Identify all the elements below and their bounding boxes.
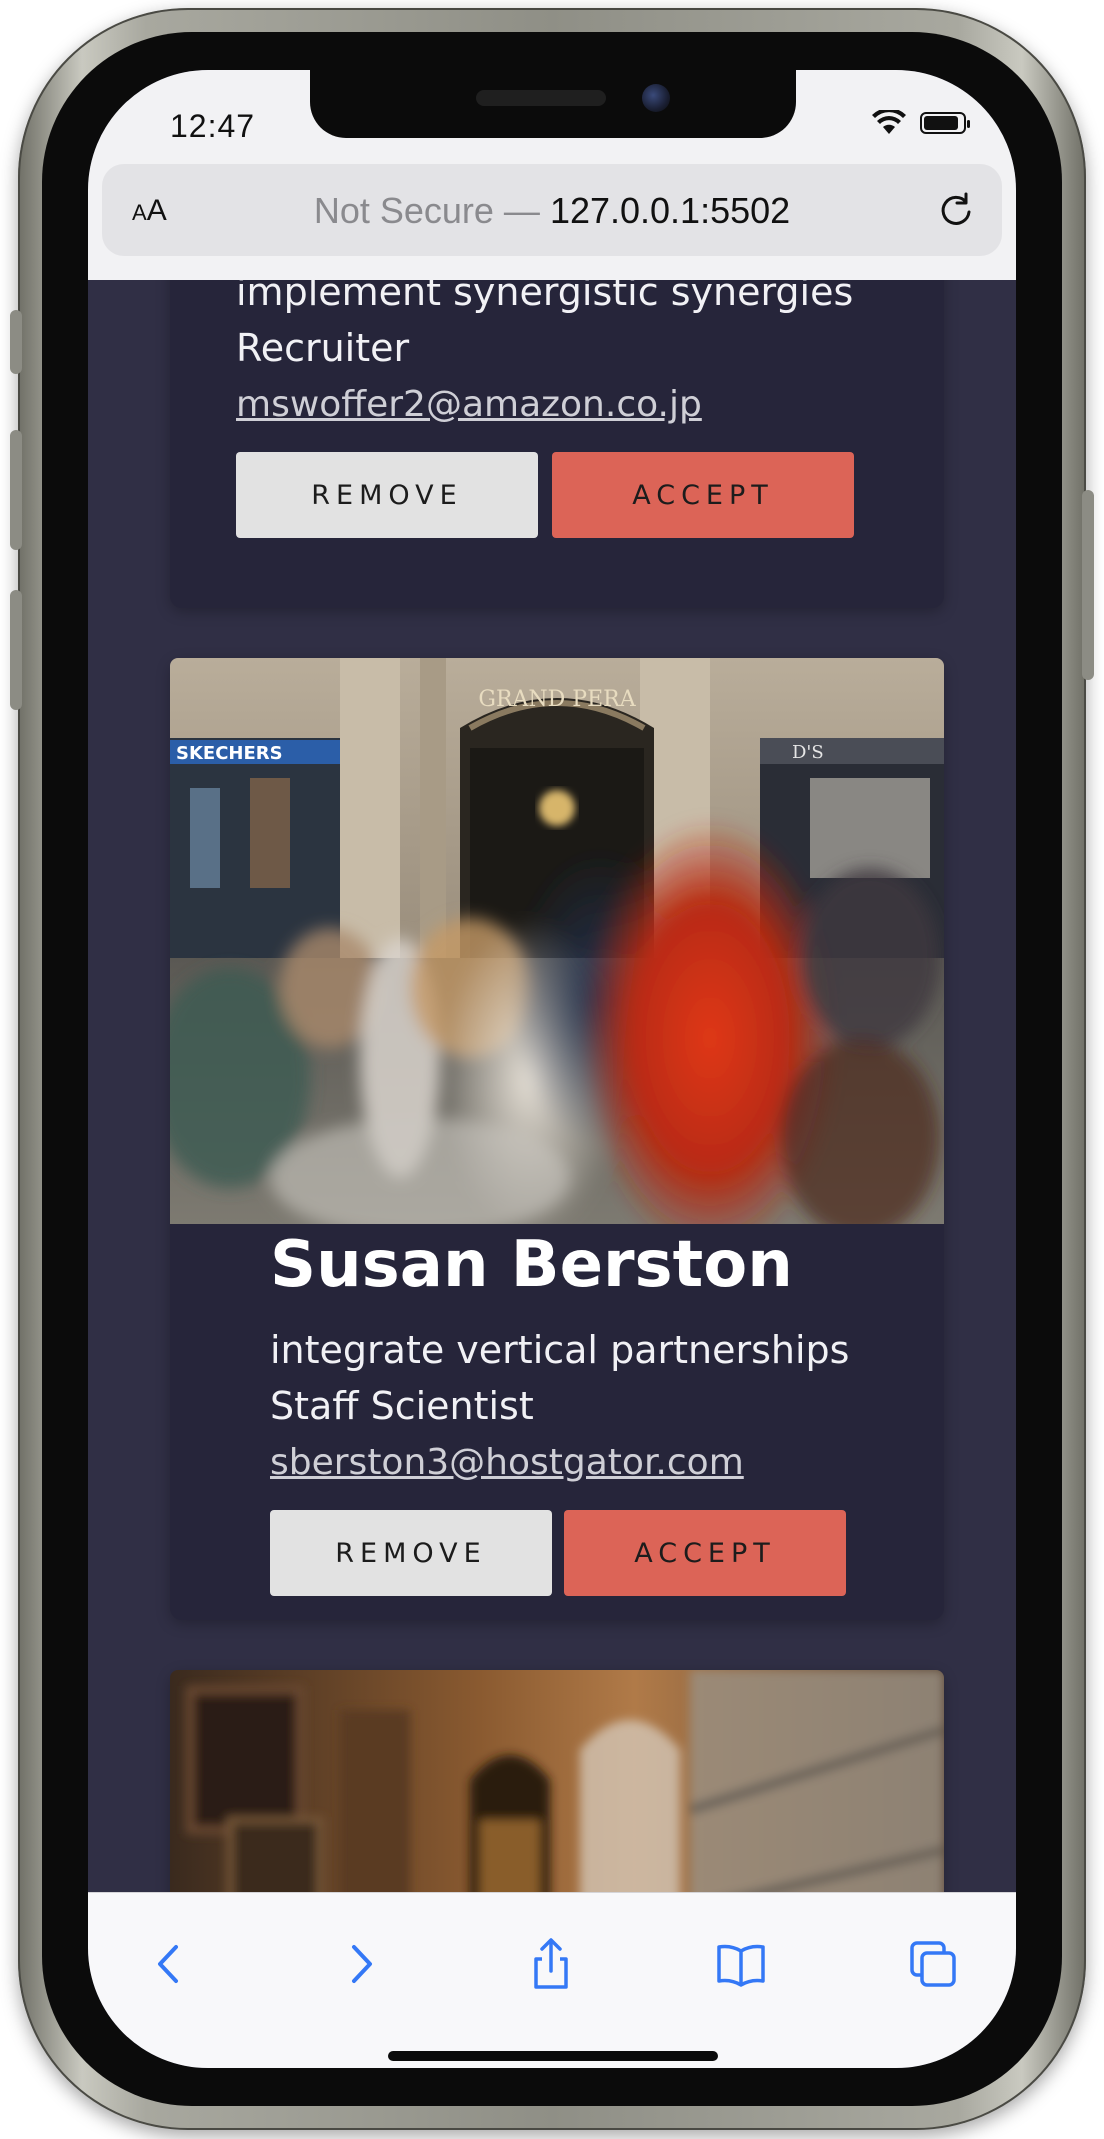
volume-down-button (10, 590, 22, 710)
store-sign-left: SKECHERS (176, 743, 283, 764)
profile-card: GRAND PERA SKECHERS D'S Susan Berston in… (170, 658, 944, 1620)
tabs-icon[interactable] (906, 1937, 960, 1991)
profile-role: Staff Scientist (270, 1384, 534, 1428)
status-icons (872, 108, 970, 138)
accept-button[interactable]: ACCEPT (552, 452, 854, 538)
wifi-icon (872, 110, 906, 134)
remove-button[interactable]: REMOVE (236, 452, 538, 538)
profile-tagline: integrate vertical partnerships (270, 1328, 850, 1372)
remove-button[interactable]: REMOVE (270, 1510, 552, 1596)
store-sign-right: D'S (792, 742, 824, 763)
forward-chevron-icon[interactable] (334, 1937, 388, 1991)
accept-button[interactable]: ACCEPT (564, 1510, 846, 1596)
battery-level (924, 116, 958, 130)
profile-email-link[interactable]: sberston3@hostgator.com (270, 1442, 744, 1483)
share-icon[interactable] (524, 1937, 578, 1991)
front-camera (642, 84, 670, 112)
bookmarks-icon[interactable] (714, 1937, 768, 1991)
url-display[interactable]: Not Secure — 127.0.0.1:5502 (102, 190, 1002, 232)
browser-toolbar (88, 1892, 1016, 2068)
profile-photo: GRAND PERA SKECHERS D'S (170, 658, 944, 1224)
profile-card: implement synergistic synergies Recruite… (170, 280, 944, 608)
security-label: Not Secure — (313, 190, 540, 231)
speaker (476, 90, 606, 106)
page-content: implement synergistic synergies Recruite… (88, 280, 1016, 1952)
url-text: 127.0.0.1:5502 (549, 190, 791, 231)
home-indicator[interactable] (388, 2051, 718, 2061)
profile-email-link[interactable]: mswoffer2@amazon.co.jp (236, 384, 702, 425)
power-button (1082, 490, 1094, 680)
phone-screen: 12:47 AA Not Secure — 127.0.0.1:5502 imp… (88, 70, 1016, 2068)
profile-role: Recruiter (236, 326, 410, 370)
notch (310, 70, 796, 138)
back-chevron-icon[interactable] (142, 1937, 196, 1991)
street-scene-image: GRAND PERA SKECHERS D'S (170, 658, 944, 1224)
battery-icon (920, 112, 970, 134)
reload-icon[interactable] (936, 190, 976, 230)
volume-up-button (10, 430, 22, 550)
profile-tagline: implement synergistic synergies (236, 280, 854, 314)
status-time: 12:47 (170, 108, 256, 144)
profile-name: Susan Berston (270, 1228, 793, 1302)
arch-sign: GRAND PERA (478, 687, 636, 712)
mute-switch (10, 310, 22, 374)
address-bar[interactable]: AA Not Secure — 127.0.0.1:5502 (102, 164, 1002, 256)
